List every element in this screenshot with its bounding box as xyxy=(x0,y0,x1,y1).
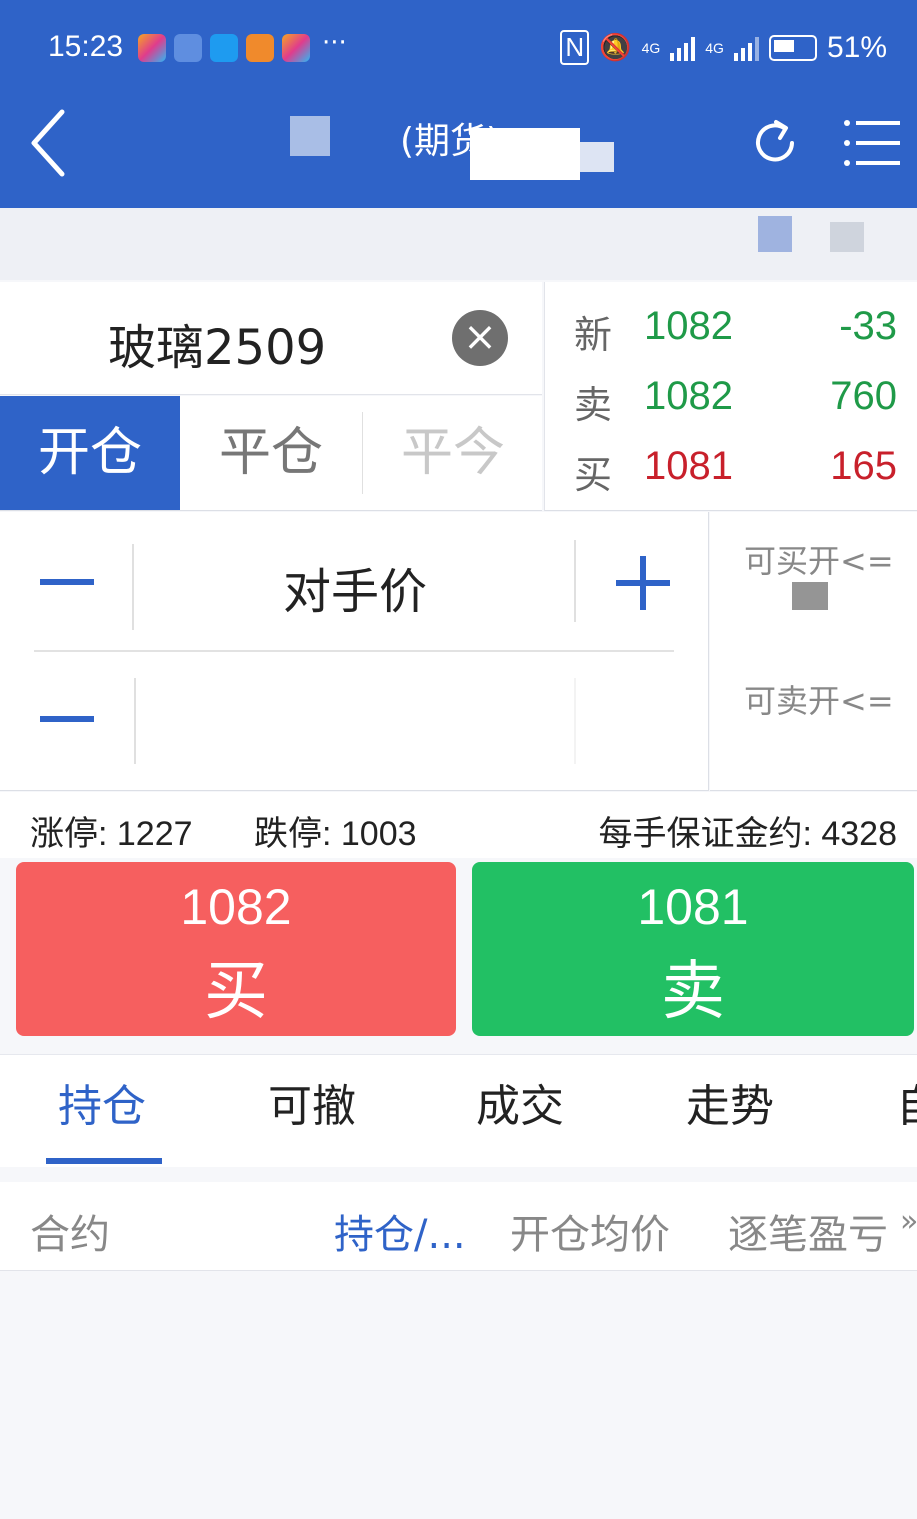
sell-label: 卖 xyxy=(661,955,725,1029)
positions-list xyxy=(0,1272,917,1519)
app-icon xyxy=(210,34,238,62)
column-position[interactable]: 持仓/... xyxy=(334,1202,466,1260)
redaction xyxy=(758,216,792,252)
latest-change: -33 xyxy=(839,304,897,348)
tab-close-today[interactable]: 平今 xyxy=(363,396,543,510)
buy-open-available: 可买开<= xyxy=(744,542,894,580)
mute-bell-icon: 🔕 xyxy=(599,32,632,62)
notification-icons xyxy=(138,32,310,64)
tab-trades[interactable]: 成交 xyxy=(476,1070,564,1134)
chevron-left-icon[interactable] xyxy=(28,108,68,178)
margin-per-lot: 每手保证金约: 4328 xyxy=(598,815,897,853)
signal-icon xyxy=(670,35,696,61)
ask-volume: 760 xyxy=(830,374,897,418)
redaction xyxy=(580,142,614,172)
nfc-icon: N xyxy=(560,30,590,65)
tab-positions[interactable]: 持仓 xyxy=(58,1070,146,1134)
sell-button[interactable]: 1081 卖 xyxy=(472,862,914,1036)
ask-label: 卖 xyxy=(574,383,613,427)
redaction xyxy=(396,228,432,252)
battery-percent: 51% xyxy=(826,30,887,64)
signal-icon xyxy=(733,35,759,61)
chevron-right-icon[interactable]: » xyxy=(900,1204,917,1239)
app-icon xyxy=(174,34,202,62)
redaction xyxy=(792,582,828,610)
bid-price[interactable]: 1081 xyxy=(644,444,733,489)
active-tab-indicator xyxy=(46,1158,162,1164)
buy-button[interactable]: 1082 买 xyxy=(16,862,456,1036)
app-icon xyxy=(246,34,274,62)
price-type-field[interactable]: 对手价 xyxy=(230,552,480,622)
sell-open-available: 可卖开<= xyxy=(744,682,894,720)
redaction xyxy=(470,128,580,180)
divider xyxy=(134,678,136,764)
status-bar: 15:23 ··· N 🔕 4G 4G 51% xyxy=(0,0,917,96)
divider xyxy=(574,678,576,764)
status-right: N 🔕 4G 4G 51% xyxy=(560,30,887,65)
divider xyxy=(574,540,576,622)
buy-price: 1082 xyxy=(180,879,292,935)
instrument-name: 玻璃2509 xyxy=(108,320,327,376)
divider xyxy=(34,650,674,652)
price-decrease-button[interactable] xyxy=(40,579,94,585)
clear-icon[interactable]: × xyxy=(452,310,508,366)
bid-volume: 165 xyxy=(830,444,897,488)
more-notifications-icon: ··· xyxy=(322,28,347,58)
divider xyxy=(132,544,134,630)
quantity-decrease-button[interactable] xyxy=(40,716,94,722)
battery-icon xyxy=(768,34,817,61)
status-time: 15:23 xyxy=(48,30,124,63)
tab-cancellable[interactable]: 可撤 xyxy=(268,1070,356,1134)
buy-label: 买 xyxy=(204,955,268,1029)
redaction xyxy=(290,116,330,156)
tab-open[interactable]: 开仓 xyxy=(0,396,180,510)
refresh-icon[interactable] xyxy=(748,116,802,170)
redaction xyxy=(830,222,864,252)
tab-more[interactable]: 自 xyxy=(896,1070,917,1134)
limit-down: 跌停: 1003 xyxy=(254,815,417,853)
app-icon xyxy=(282,34,310,62)
ask-price[interactable]: 1082 xyxy=(644,374,733,419)
limit-up: 涨停: 1227 xyxy=(30,815,193,853)
tab-close[interactable]: 平仓 xyxy=(181,396,361,510)
column-avg-open-price[interactable]: 开仓均价 xyxy=(510,1202,670,1260)
latest-price: 1082 xyxy=(644,304,733,348)
sell-price: 1081 xyxy=(637,879,749,935)
quantity-input[interactable] xyxy=(140,670,570,770)
latest-label: 新 xyxy=(574,313,613,357)
price-increase-button[interactable] xyxy=(616,556,670,610)
network-label: 4G xyxy=(641,39,661,56)
list-menu-icon[interactable] xyxy=(842,116,900,170)
column-contract[interactable]: 合约 xyxy=(30,1202,110,1260)
network-label: 4G xyxy=(705,39,724,56)
app-icon xyxy=(138,34,166,62)
column-pnl[interactable]: 逐笔盈亏 xyxy=(728,1202,888,1260)
tab-trend[interactable]: 走势 xyxy=(686,1070,774,1134)
bid-label: 买 xyxy=(574,453,613,497)
